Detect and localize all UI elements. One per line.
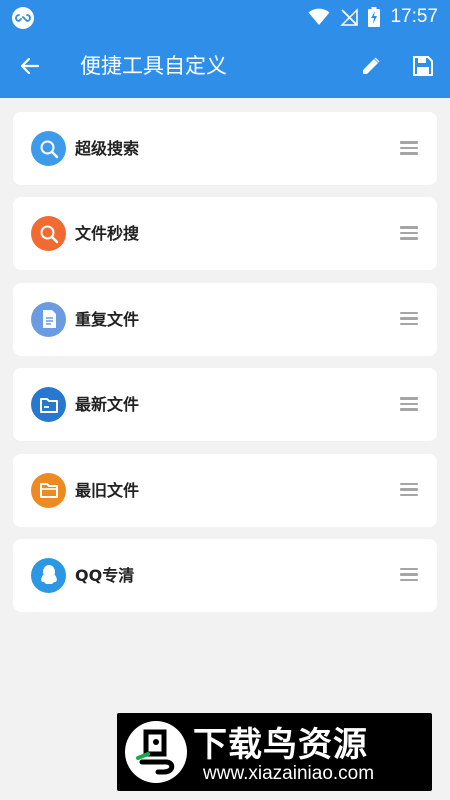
tool-label: 文件秒搜 [75, 224, 140, 244]
no-signal-icon [340, 8, 359, 26]
search-icon [31, 216, 66, 252]
watermark-title: 下载鸟资源 [193, 725, 368, 765]
save-button[interactable] [407, 50, 439, 82]
tool-item-oldest-files[interactable]: 最旧文件 [13, 453, 437, 527]
search-icon [31, 131, 66, 166]
page-title: 便捷工具自定义 [80, 54, 227, 78]
tool-item-duplicate-files[interactable]: 重复文件 [13, 282, 437, 356]
edit-pencil-icon [363, 57, 380, 74]
tool-label: 最旧文件 [75, 480, 140, 500]
drag-handle-icon[interactable] [398, 566, 420, 586]
watermark-banner: 下载鸟资源 www.xiazainiao.com [117, 713, 432, 791]
drag-handle-icon[interactable] [398, 481, 420, 501]
back-arrow-icon [20, 57, 40, 75]
tool-label: 最新文件 [75, 395, 140, 415]
bird-logo-icon [125, 721, 187, 783]
app-bar: 便捷工具自定义 [0, 34, 450, 98]
document-icon [31, 301, 66, 337]
drag-handle-icon[interactable] [398, 224, 420, 244]
back-button[interactable] [14, 50, 46, 82]
status-bar: 17:57 [0, 0, 450, 34]
tool-list: 超级搜索 文件秒搜 重复文件 最新文件 最旧文件 QQ专清 [13, 112, 437, 624]
folder-open-icon [31, 472, 66, 508]
status-time: 17:57 [390, 6, 438, 27]
drag-handle-icon[interactable] [398, 395, 420, 415]
folder-icon [31, 387, 66, 423]
edit-button[interactable] [355, 50, 387, 82]
tool-item-super-search[interactable]: 超级搜索 [13, 112, 437, 185]
save-floppy-icon [413, 56, 433, 76]
tool-label: 重复文件 [75, 309, 140, 329]
tool-label: 超级搜索 [75, 139, 140, 158]
watermark-url: www.xiazainiao.com [203, 763, 375, 784]
tool-item-qq-clean[interactable]: QQ专清 [13, 538, 437, 612]
tool-label: QQ专清 [75, 565, 135, 585]
qq-penguin-icon [31, 557, 66, 593]
battery-charging-icon [368, 7, 381, 27]
tool-item-file-quick-search[interactable]: 文件秒搜 [13, 197, 437, 271]
status-icons: 17:57 [308, 0, 438, 34]
wifi-icon [308, 8, 330, 25]
drag-handle-icon[interactable] [398, 310, 420, 330]
tool-item-newest-files[interactable]: 最新文件 [13, 368, 437, 442]
drag-handle-icon[interactable] [398, 139, 420, 159]
app-logo-icon [12, 7, 34, 29]
